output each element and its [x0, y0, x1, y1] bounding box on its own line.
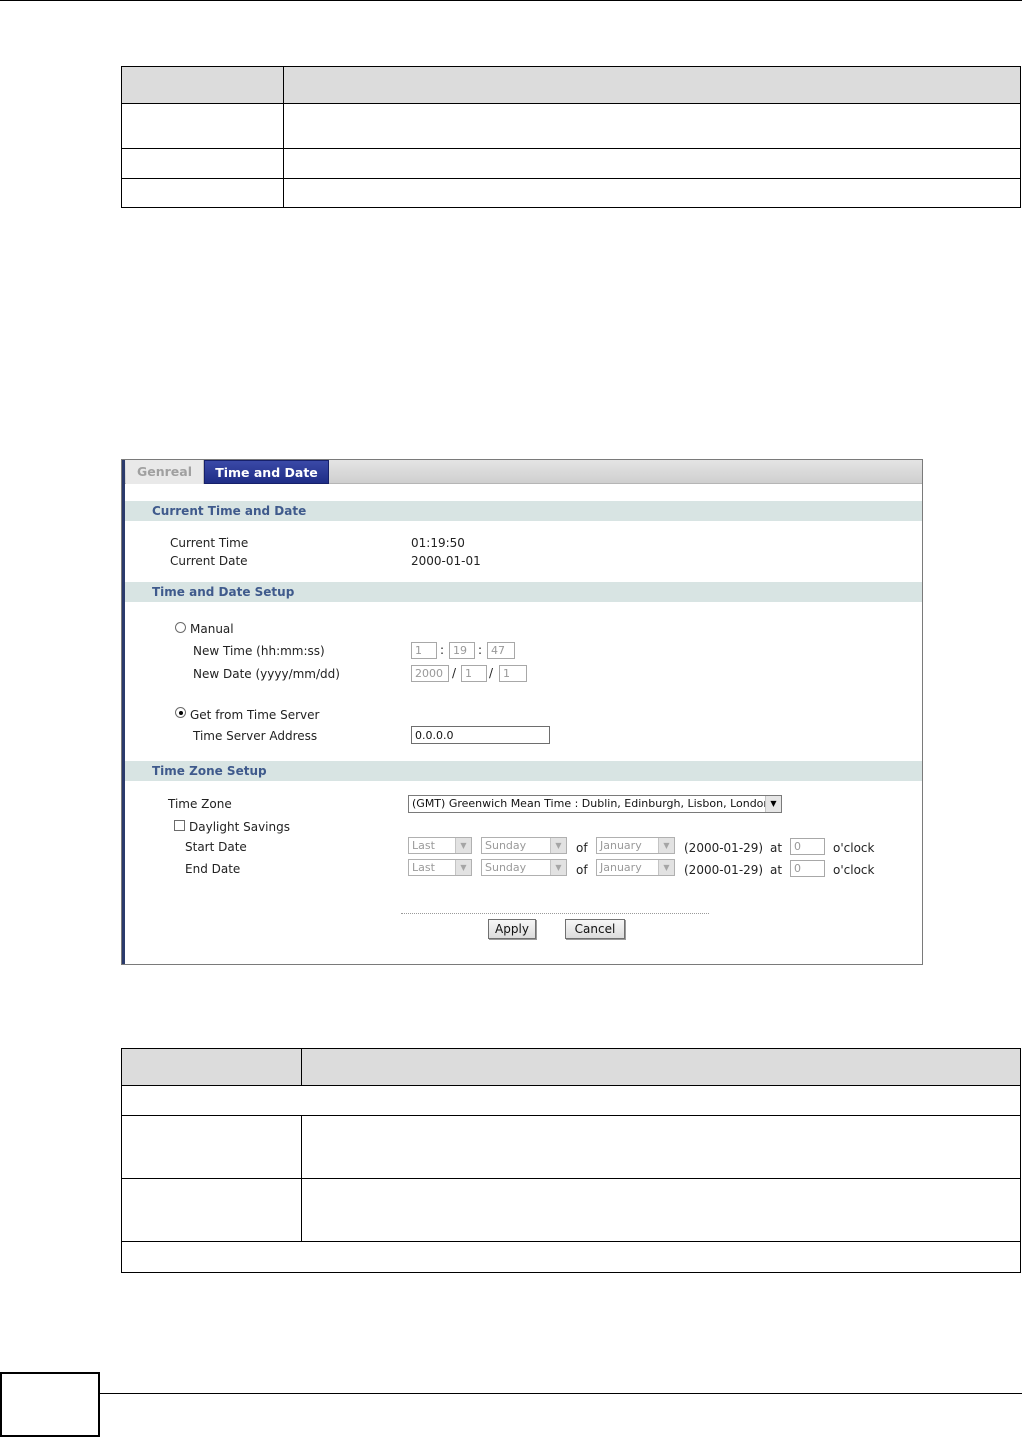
current-date-value: 2000-01-01	[411, 554, 481, 568]
date-separator: /	[452, 666, 457, 680]
daylight-savings-checkbox[interactable]	[174, 820, 185, 831]
start-day-select[interactable]: Sunday ▼	[481, 837, 567, 854]
end-month-value: January	[600, 861, 642, 874]
time-zone-select[interactable]: (GMT) Greenwich Mean Time : Dublin, Edin…	[408, 795, 782, 813]
time-zone-selected-value: (GMT) Greenwich Mean Time : Dublin, Edin…	[412, 797, 771, 810]
current-time-value: 01:19:50	[411, 536, 465, 550]
end-week-select[interactable]: Last ▼	[408, 859, 472, 876]
oclock-label: o'clock	[833, 863, 875, 877]
end-week-value: Last	[412, 861, 435, 874]
start-week-select[interactable]: Last ▼	[408, 837, 472, 854]
new-date-year-input[interactable]	[411, 665, 449, 682]
at-label: at	[770, 841, 783, 855]
chevron-down-icon: ▼	[455, 860, 471, 875]
tab-bar: Genreal Time and Date	[122, 460, 922, 484]
chevron-down-icon: ▼	[550, 838, 566, 853]
column-divider	[301, 1115, 302, 1241]
table-row	[122, 1115, 1020, 1178]
table-row	[122, 178, 1020, 208]
apply-button[interactable]: Apply	[488, 919, 536, 939]
end-month-select[interactable]: January ▼	[596, 859, 675, 876]
new-date-month-input[interactable]	[461, 665, 487, 682]
column-divider	[283, 67, 284, 207]
start-computed-date: (2000-01-29)	[684, 841, 764, 855]
footer-rule	[99, 1393, 1022, 1394]
start-hour-input[interactable]	[790, 838, 825, 855]
table-header-row	[122, 1049, 1020, 1085]
of-label: of	[576, 841, 588, 855]
time-zone-label: Time Zone	[168, 797, 232, 811]
time-server-address-label: Time Server Address	[193, 729, 318, 743]
section-time-and-date-setup: Time and Date Setup	[125, 582, 922, 602]
start-month-select[interactable]: January ▼	[596, 837, 675, 854]
chevron-down-icon: ▼	[765, 796, 781, 812]
start-day-value: Sunday	[485, 839, 527, 852]
new-time-minute-input[interactable]	[449, 642, 475, 659]
time-server-address-input[interactable]	[411, 726, 550, 744]
new-time-second-input[interactable]	[487, 642, 515, 659]
new-time-hour-input[interactable]	[411, 642, 437, 659]
chevron-down-icon: ▼	[550, 860, 566, 875]
cancel-button[interactable]: Cancel	[565, 919, 625, 939]
manual-radio[interactable]	[175, 622, 186, 633]
table-header-row	[122, 67, 1020, 103]
current-time-label: Current Time	[170, 536, 249, 550]
page-number-box	[0, 1372, 100, 1437]
time-and-date-panel: Genreal Time and Date Current Time and D…	[121, 459, 923, 965]
chevron-down-icon: ▼	[455, 838, 471, 853]
end-day-value: Sunday	[485, 861, 527, 874]
daylight-savings-label: Daylight Savings	[189, 820, 290, 834]
tab-time-and-date[interactable]: Time and Date	[204, 460, 329, 484]
of-label: of	[576, 863, 588, 877]
column-divider	[301, 1049, 302, 1085]
table-section-row	[122, 1241, 1020, 1272]
time-separator: :	[478, 643, 483, 657]
table-row	[122, 148, 1020, 178]
table-row	[122, 103, 1020, 148]
new-date-label: New Date (yyyy/mm/dd)	[193, 667, 340, 681]
end-date-label: End Date	[185, 862, 241, 876]
end-computed-date: (2000-01-29)	[684, 863, 764, 877]
date-separator: /	[489, 666, 494, 680]
at-label: at	[770, 863, 783, 877]
panel-left-edge	[122, 460, 125, 964]
time-server-label: Get from Time Server	[190, 708, 320, 722]
page-top-rule	[0, 0, 1022, 1]
section-current-time-and-date: Current Time and Date	[125, 501, 922, 521]
start-month-value: January	[600, 839, 642, 852]
current-date-label: Current Date	[170, 554, 248, 568]
chevron-down-icon: ▼	[658, 838, 674, 853]
end-hour-input[interactable]	[790, 860, 825, 877]
time-separator: :	[440, 643, 445, 657]
chevron-down-icon: ▼	[658, 860, 674, 875]
oclock-label: o'clock	[833, 841, 875, 855]
manual-label: Manual	[190, 622, 234, 636]
time-server-radio[interactable]	[175, 707, 186, 718]
top-table	[121, 66, 1021, 208]
end-day-select[interactable]: Sunday ▼	[481, 859, 567, 876]
bottom-table	[121, 1048, 1021, 1273]
new-date-day-input[interactable]	[499, 665, 527, 682]
section-time-zone-setup: Time Zone Setup	[125, 761, 922, 781]
start-week-value: Last	[412, 839, 435, 852]
table-section-row	[122, 1085, 1020, 1115]
new-time-label: New Time (hh:mm:ss)	[193, 644, 325, 658]
button-divider	[401, 913, 709, 914]
tab-general[interactable]: Genreal	[126, 460, 204, 484]
start-date-label: Start Date	[185, 840, 247, 854]
table-row	[122, 1178, 1020, 1241]
